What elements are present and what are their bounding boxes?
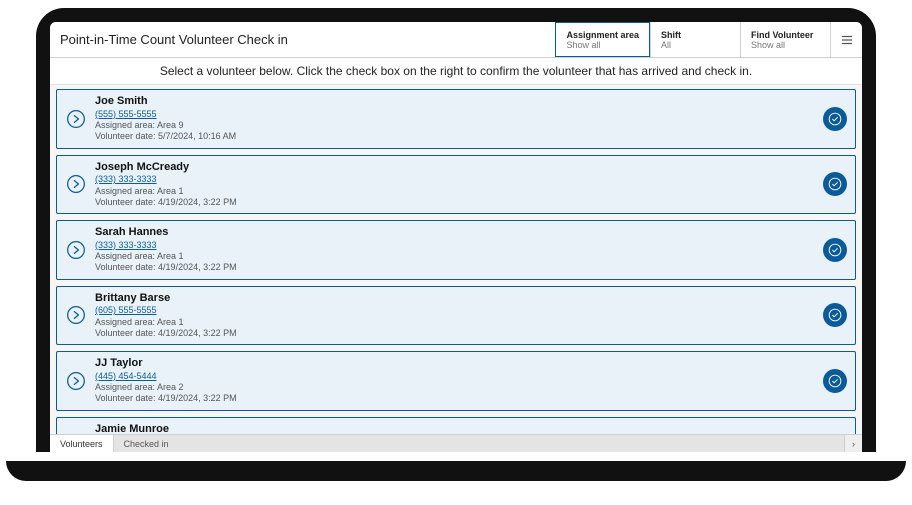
volunteer-name: Brittany Barse — [95, 292, 823, 306]
volunteer-area: Assigned area: Area 1 — [95, 251, 823, 262]
volunteer-card[interactable]: Joe Smith(555) 555-5555Assigned area: Ar… — [56, 89, 856, 149]
filter-value: Show all — [566, 40, 639, 50]
filter-label: Shift — [661, 30, 730, 40]
volunteer-name: Jamie Munroe — [95, 423, 823, 435]
open-arrow-icon[interactable] — [65, 370, 87, 392]
tab-volunteers[interactable]: Volunteers — [50, 435, 114, 452]
tab-checked-in[interactable]: Checked in — [114, 435, 179, 452]
filter-shift[interactable]: Shift All — [650, 22, 740, 57]
volunteer-info: Joseph McCready(333) 333-3333Assigned ar… — [95, 161, 823, 209]
open-arrow-icon[interactable] — [65, 304, 87, 326]
filter-find-volunteer[interactable]: Find Volunteer Show all — [740, 22, 830, 57]
volunteer-date: Volunteer date: 5/7/2024, 10:16 AM — [95, 131, 823, 142]
volunteer-card[interactable]: Brittany Barse(605) 555-5555Assigned are… — [56, 286, 856, 346]
volunteer-phone[interactable]: (333) 333-3333 — [95, 240, 823, 251]
volunteer-area: Assigned area: Area 2 — [95, 382, 823, 393]
app-screen: Point-in-Time Count Volunteer Check in A… — [50, 22, 862, 452]
volunteer-date: Volunteer date: 4/19/2024, 3:22 PM — [95, 393, 823, 404]
filter-group: Assignment area Show all Shift All Find … — [555, 22, 830, 57]
instruction-text: Select a volunteer below. Click the chec… — [50, 58, 862, 85]
filter-label: Assignment area — [566, 30, 639, 40]
volunteer-phone[interactable]: (445) 454-5444 — [95, 371, 823, 382]
filter-assignment-area[interactable]: Assignment area Show all — [555, 22, 650, 57]
volunteer-phone[interactable]: (555) 555-5555 — [95, 109, 823, 120]
volunteer-name: Joseph McCready — [95, 161, 823, 175]
volunteer-name: Sarah Hannes — [95, 226, 823, 240]
volunteer-info: Sarah Hannes(333) 333-3333Assigned area:… — [95, 226, 823, 274]
volunteer-name: Joe Smith — [95, 95, 823, 109]
open-arrow-icon[interactable] — [65, 239, 87, 261]
volunteer-area: Assigned area: Area 9 — [95, 120, 823, 131]
volunteer-info: Jamie Munroe(333) 333-3333Assigned area:… — [95, 423, 823, 435]
volunteer-date: Volunteer date: 4/19/2024, 3:22 PM — [95, 197, 823, 208]
volunteer-card[interactable]: Sarah Hannes(333) 333-3333Assigned area:… — [56, 220, 856, 280]
filter-value: All — [661, 40, 730, 50]
check-in-button[interactable] — [823, 107, 847, 131]
volunteer-list: Joe Smith(555) 555-5555Assigned area: Ar… — [50, 85, 862, 434]
filter-label: Find Volunteer — [751, 30, 820, 40]
volunteer-info: Joe Smith(555) 555-5555Assigned area: Ar… — [95, 95, 823, 143]
volunteer-date: Volunteer date: 4/19/2024, 3:22 PM — [95, 262, 823, 273]
volunteer-card[interactable]: Joseph McCready(333) 333-3333Assigned ar… — [56, 155, 856, 215]
scroll-right-icon[interactable]: › — [844, 435, 862, 452]
check-in-button[interactable] — [823, 238, 847, 262]
volunteer-card[interactable]: Jamie Munroe(333) 333-3333Assigned area:… — [56, 417, 856, 435]
volunteer-phone[interactable]: (333) 333-3333 — [95, 174, 823, 185]
laptop-frame: Point-in-Time Count Volunteer Check in A… — [36, 8, 876, 452]
volunteer-name: JJ Taylor — [95, 357, 823, 371]
page-title: Point-in-Time Count Volunteer Check in — [50, 22, 555, 57]
laptop-base — [6, 461, 906, 481]
menu-icon[interactable] — [830, 22, 862, 57]
volunteer-phone[interactable]: (605) 555-5555 — [95, 305, 823, 316]
volunteer-area: Assigned area: Area 1 — [95, 186, 823, 197]
volunteer-info: JJ Taylor(445) 454-5444Assigned area: Ar… — [95, 357, 823, 405]
check-in-button[interactable] — [823, 172, 847, 196]
check-in-button[interactable] — [823, 369, 847, 393]
open-arrow-icon[interactable] — [65, 173, 87, 195]
volunteer-area: Assigned area: Area 1 — [95, 317, 823, 328]
volunteer-date: Volunteer date: 4/19/2024, 3:22 PM — [95, 328, 823, 339]
filter-value: Show all — [751, 40, 820, 50]
volunteer-card[interactable]: JJ Taylor(445) 454-5444Assigned area: Ar… — [56, 351, 856, 411]
volunteer-info: Brittany Barse(605) 555-5555Assigned are… — [95, 292, 823, 340]
open-arrow-icon[interactable] — [65, 108, 87, 130]
bottom-tab-bar: Volunteers Checked in › — [50, 434, 862, 452]
check-in-button[interactable] — [823, 303, 847, 327]
header-bar: Point-in-Time Count Volunteer Check in A… — [50, 22, 862, 58]
